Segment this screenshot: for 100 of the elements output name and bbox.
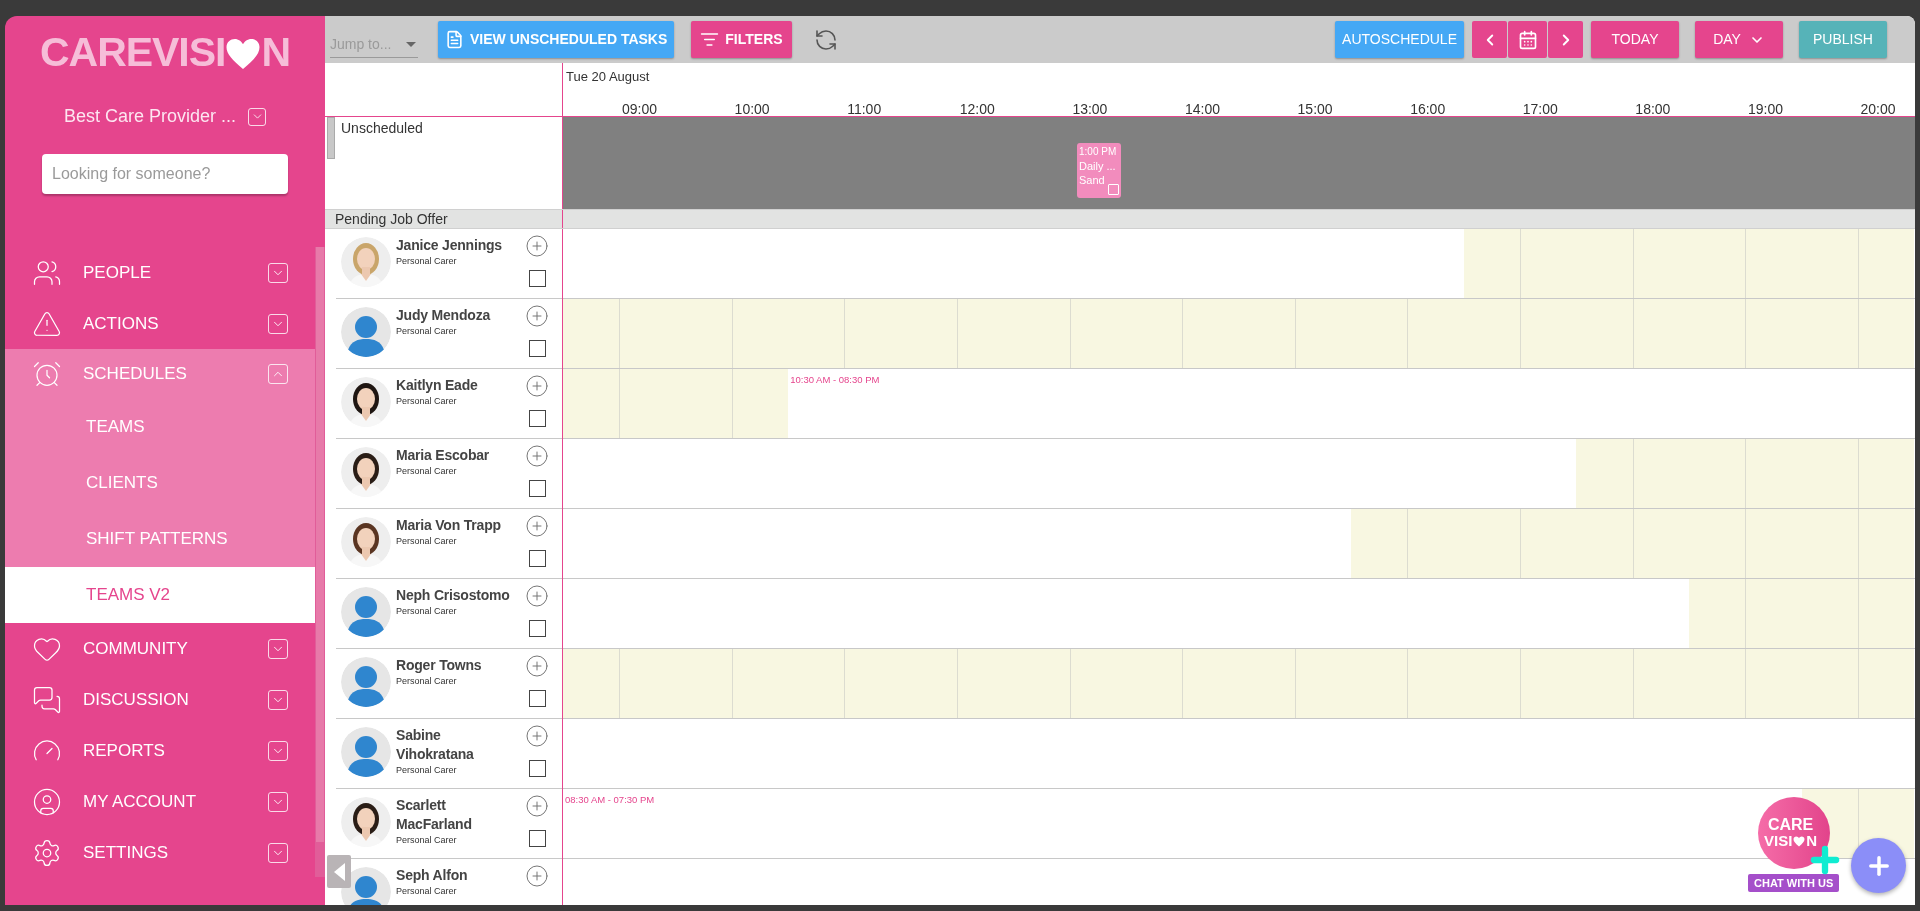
search-field[interactable]: Looking for someone? — [42, 154, 288, 194]
chevron-toggle[interactable] — [268, 313, 288, 334]
next-button[interactable] — [1548, 21, 1583, 58]
carer-name[interactable]: Maria Escobar — [396, 446, 518, 465]
view-dropdown[interactable]: DAY — [1695, 21, 1783, 58]
nav-subitem[interactable]: TEAMS — [5, 399, 315, 455]
hour-label: 09:00 — [622, 100, 658, 116]
chevron-toggle[interactable] — [268, 689, 288, 710]
checkbox[interactable] — [528, 620, 546, 637]
chevron-toggle[interactable] — [268, 791, 288, 812]
carer-role: Personal Carer — [396, 834, 458, 846]
hour-label: 20:00 — [1860, 100, 1896, 116]
heart-icon — [1793, 835, 1806, 847]
hour-label: 15:00 — [1297, 100, 1333, 116]
checkbox[interactable] — [528, 760, 546, 777]
carer-role: Personal Carer — [396, 325, 458, 337]
chevron-toggle[interactable] — [268, 262, 288, 283]
nav-item[interactable]: SETTINGS — [5, 827, 315, 877]
nav-item[interactable]: REPORTS — [5, 725, 315, 776]
checkbox[interactable] — [528, 830, 546, 847]
checkbox[interactable] — [528, 340, 546, 357]
carer-name[interactable]: Maria Von Trapp — [396, 516, 518, 535]
avatar-icon — [341, 867, 391, 905]
carer-name[interactable]: Kaitlyn Eade — [396, 376, 518, 395]
chevron-toggle[interactable] — [268, 638, 288, 659]
nav-item[interactable]: PEOPLE — [5, 247, 315, 298]
add-icon[interactable] — [525, 654, 549, 678]
add-icon[interactable] — [525, 864, 549, 888]
checkbox[interactable] — [528, 480, 546, 497]
hour-label: 16:00 — [1410, 100, 1446, 116]
nav-subitem[interactable]: SHIFT PATTERNS — [5, 511, 315, 567]
checkbox[interactable] — [528, 690, 546, 707]
nav-item[interactable]: DISCUSSION — [5, 674, 315, 725]
carer-role: Personal Carer — [396, 255, 458, 267]
hour-label: 14:00 — [1184, 100, 1220, 116]
checkbox[interactable] — [528, 410, 546, 427]
add-icon[interactable] — [525, 234, 549, 258]
nav-item[interactable]: COMMUNITY — [5, 623, 315, 674]
nav-subitem[interactable]: CLIENTS — [5, 455, 315, 511]
organization-dropdown[interactable] — [248, 107, 267, 126]
hour-label: 12:00 — [959, 100, 995, 116]
chevron-toggle[interactable] — [268, 364, 288, 384]
add-icon[interactable] — [525, 794, 549, 818]
carer-name[interactable]: Janice Jennings — [396, 236, 518, 255]
carer-role: Personal Carer — [396, 605, 458, 617]
carer-role: Personal Carer — [396, 465, 458, 477]
document-icon — [445, 30, 464, 49]
nav-item[interactable]: MY ACCOUNT — [5, 776, 315, 827]
carer-name[interactable]: Roger Towns — [396, 656, 518, 675]
carer-name[interactable]: Scarlett MacFarland — [396, 796, 518, 834]
availability-label: 08:30 AM - 07:30 PM — [565, 793, 655, 807]
logo-text: N — [261, 32, 290, 73]
add-icon[interactable] — [525, 304, 549, 328]
carer-name[interactable]: Seph Alfon — [396, 866, 518, 885]
nav-subitem[interactable]: TEAMS V2 — [5, 567, 315, 623]
carer-name[interactable]: Judy Mendoza — [396, 306, 518, 325]
calendar-button[interactable] — [1508, 21, 1547, 58]
autoschedule-button[interactable]: AUTOSCHEDULE — [1335, 21, 1464, 58]
previous-button[interactable] — [1472, 21, 1507, 58]
hour-label: 18:00 — [1635, 100, 1671, 116]
checkbox[interactable] — [528, 270, 546, 287]
date-label: Tue 20 August — [565, 68, 650, 86]
carer-role: Personal Carer — [396, 885, 458, 897]
logo-text: CAREVISI — [39, 32, 226, 73]
carer-role: Personal Carer — [396, 395, 458, 407]
scrollbar-thumb[interactable] — [327, 117, 335, 159]
view-unscheduled-button[interactable]: VIEW UNSCHEDULED TASKS — [438, 21, 675, 58]
chat-button[interactable]: CHAT WITH US — [1748, 874, 1840, 892]
task-time: 1:00 PM — [1079, 145, 1118, 159]
add-icon[interactable] — [525, 514, 549, 538]
carer-role: Personal Carer — [396, 764, 458, 776]
hour-label: 13:00 — [1072, 100, 1108, 116]
chevron-toggle[interactable] — [268, 740, 288, 761]
hour-label: 11:00 — [847, 100, 882, 116]
chevron-toggle[interactable] — [268, 842, 288, 863]
hour-label: 19:00 — [1747, 100, 1783, 116]
filters-button[interactable]: FILTERS — [691, 21, 792, 58]
carer-name[interactable]: Sabine Vihokratana — [396, 726, 518, 764]
group-label: Pending Job Offer — [335, 209, 448, 229]
task-card[interactable]: 1:00 PM Daily ... Sand — [1077, 143, 1121, 198]
carer-name[interactable]: Neph Crisostomo — [396, 586, 518, 605]
collapse-button[interactable] — [327, 855, 351, 888]
avatar-icon — [341, 727, 391, 777]
availability-label: 10:30 AM - 08:30 PM — [790, 373, 880, 387]
scrollbar-thumb[interactable] — [316, 247, 324, 842]
add-icon[interactable] — [525, 724, 549, 748]
add-icon[interactable] — [525, 444, 549, 468]
hour-label: 10:00 — [734, 100, 770, 116]
publish-button[interactable]: PUBLISH — [1799, 21, 1887, 58]
checkbox[interactable] — [528, 550, 546, 567]
clock-icon — [32, 359, 62, 389]
avatar-icon — [341, 307, 391, 357]
nav-item[interactable]: ACTIONS — [5, 298, 315, 349]
chat-icon — [32, 684, 62, 715]
add-icon[interactable] — [525, 584, 549, 608]
user-icon — [32, 786, 62, 817]
carer-role: Personal Carer — [396, 535, 458, 547]
add-icon[interactable] — [525, 374, 549, 398]
today-button[interactable]: TODAY — [1591, 21, 1679, 58]
sync-icon[interactable] — [813, 27, 838, 52]
